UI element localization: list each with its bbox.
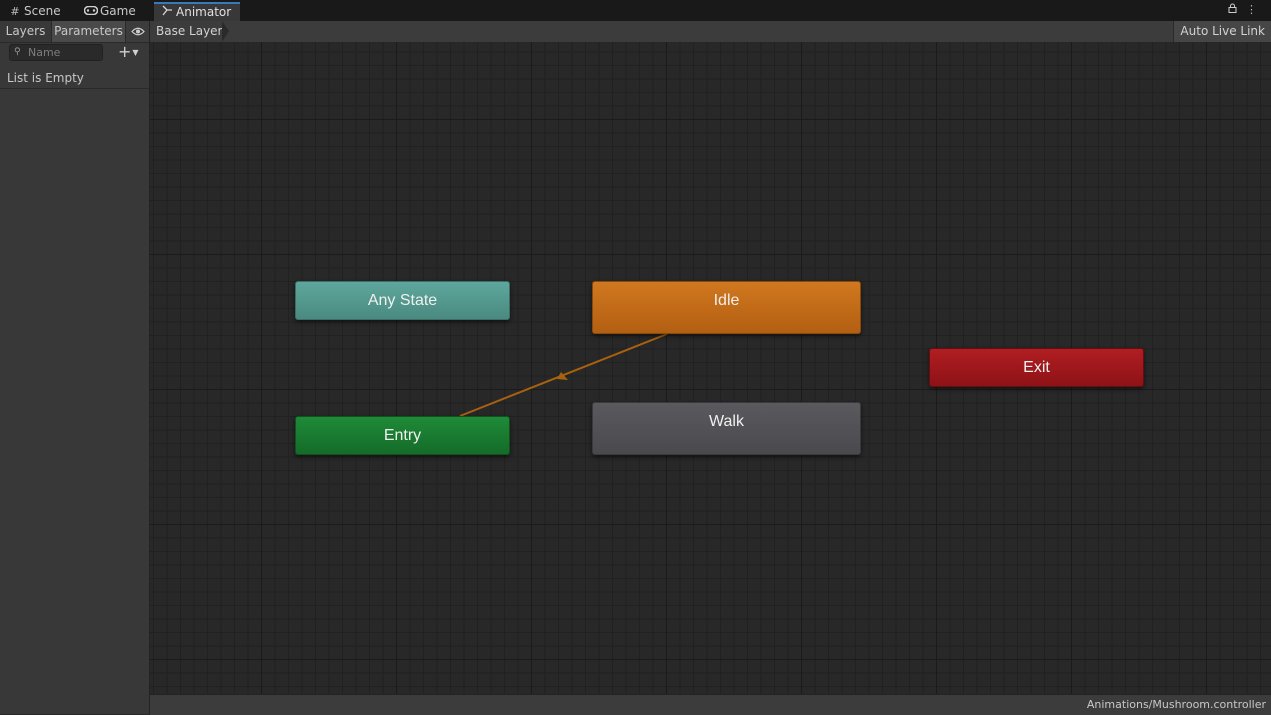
breadcrumb-bar: Base Layer Auto Live Link	[150, 21, 1271, 43]
status-bar: Animations/Mushroom.controller	[150, 694, 1271, 715]
state-entry[interactable]: Entry	[295, 416, 510, 455]
animator-icon	[160, 4, 174, 21]
lock-icon[interactable]	[1228, 3, 1247, 16]
state-idle[interactable]: Idle	[592, 281, 861, 334]
state-any-state[interactable]: Any State	[295, 281, 510, 320]
breadcrumb-separator	[222, 21, 229, 42]
tab-animator[interactable]: Animator	[154, 2, 241, 22]
chevron-down-icon: ▼	[132, 48, 139, 57]
more-options-icon[interactable]: ⋮	[1246, 3, 1263, 16]
auto-live-link-button[interactable]: Auto Live Link	[1173, 21, 1271, 42]
search-icon: ⚲	[14, 47, 21, 57]
state-exit[interactable]: Exit	[929, 348, 1144, 387]
tab-animator-label: Animator	[176, 5, 232, 19]
add-parameter-button[interactable]: +▼	[118, 42, 146, 61]
tab-game-label: Game	[100, 4, 136, 18]
tab-layers[interactable]: Layers	[0, 21, 52, 42]
gamepad-icon	[83, 2, 99, 21]
empty-list-label: List is Empty	[0, 68, 149, 89]
parameter-search: ⚲	[9, 44, 103, 61]
tab-scene-label: Scene	[24, 4, 61, 18]
state-label: Exit	[1023, 359, 1050, 376]
tab-scene[interactable]: # Scene	[2, 2, 67, 21]
panel-tabs: Layers Parameters	[0, 21, 149, 43]
parameters-panel: Layers Parameters ⚲ +▼ List is Empty	[0, 21, 150, 714]
tab-game[interactable]: Game	[78, 2, 142, 21]
state-walk[interactable]: Walk	[592, 402, 861, 455]
window-tab-bar: # Scene Game Animator ⋮	[0, 0, 1271, 22]
tab-parameters[interactable]: Parameters	[52, 21, 126, 42]
window-actions: ⋮	[1228, 3, 1264, 16]
search-input[interactable]	[28, 45, 100, 60]
eye-icon[interactable]	[128, 21, 148, 42]
state-label: Entry	[383, 427, 422, 444]
grid-icon: #	[10, 5, 20, 18]
state-label: Idle	[713, 292, 740, 309]
state-machine-graph[interactable]: Any State Idle Entry Walk Exit	[150, 42, 1271, 694]
state-label: Any State	[367, 292, 438, 309]
controller-path: Animations/Mushroom.controller	[1086, 698, 1266, 711]
plus-icon: +	[118, 42, 132, 61]
state-label: Walk	[709, 413, 744, 430]
